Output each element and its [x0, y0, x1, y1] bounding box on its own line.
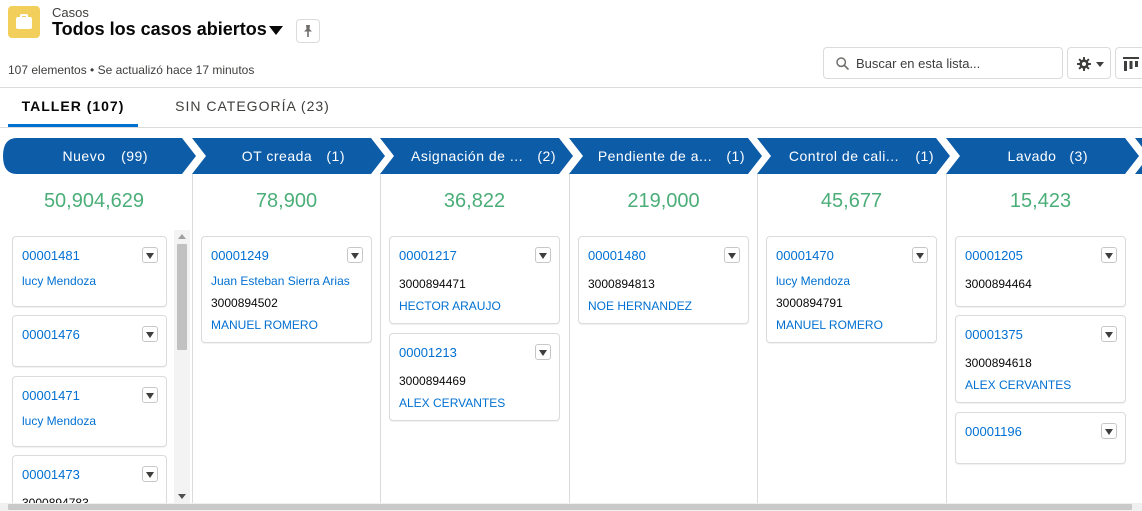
card-field-text: 3000894791: [776, 296, 843, 310]
kanban-view-icon: [1123, 57, 1139, 71]
card-field-text: 3000894469: [399, 374, 466, 388]
case-number-link[interactable]: 00001471: [22, 388, 80, 403]
card-field-link[interactable]: ALEX CERVANTES: [399, 396, 505, 410]
case-number-link[interactable]: 00001476: [22, 327, 80, 342]
kanban-board: Nuevo (99) OT creada (1) Asignación de ... (2…: [0, 128, 1142, 511]
card-menu-dropdown-icon[interactable]: [535, 247, 551, 263]
display-as-button[interactable]: [1115, 47, 1142, 79]
scrollbar-thumb[interactable]: [177, 244, 187, 350]
card-menu-dropdown-icon[interactable]: [347, 247, 363, 263]
list-settings-button[interactable]: [1067, 47, 1111, 79]
case-card[interactable]: 00001196: [955, 412, 1126, 464]
card-menu-dropdown-icon[interactable]: [142, 387, 158, 403]
card-field-link[interactable]: MANUEL ROMERO: [776, 318, 883, 332]
scroll-up-arrow-icon[interactable]: [178, 234, 186, 239]
lane-sum: 50,904,629: [43, 190, 145, 212]
lane-sum: 36,822: [443, 190, 506, 212]
case-number-link[interactable]: 00001196: [965, 424, 1022, 439]
card-field-text: 3000894618: [965, 356, 1032, 370]
case-number-link[interactable]: 00001217: [399, 248, 457, 263]
case-card[interactable]: 00001480 3000894813 NOE HERNANDEZ: [578, 236, 749, 324]
search-input[interactable]: [856, 48, 1056, 78]
lane-column-4: 45,677 00001470 lucy Mendoza 3000894791 MANU…: [757, 174, 945, 511]
case-number-link[interactable]: 00001470: [776, 248, 834, 263]
case-number-link[interactable]: 00001213: [399, 345, 457, 360]
case-number-link[interactable]: 00001249: [211, 248, 269, 263]
card-menu-dropdown-icon[interactable]: [1101, 247, 1117, 263]
gear-icon: [1077, 57, 1091, 71]
case-card[interactable]: 00001470 lucy Mendoza 3000894791 MANUEL ROM…: [766, 236, 937, 343]
case-card[interactable]: 00001476: [12, 315, 167, 367]
card-menu-dropdown-icon[interactable]: [535, 344, 551, 360]
lane-column-0: 50,904,629 00001481 lucy Mendoza 00001476 00…: [4, 174, 192, 511]
card-field-link[interactable]: HECTOR ARAUJO: [399, 299, 501, 313]
lane-sum: 78,900: [255, 190, 318, 212]
lane-sum: 15,423: [1009, 190, 1072, 212]
lane-column-2: 36,822 00001217 3000894471 HECTOR ARAUJO 000…: [380, 174, 568, 511]
list-view-header: Casos Todos los casos abiertos 107 eleme…: [0, 0, 1142, 88]
card-field-text: 3000894464: [965, 277, 1032, 291]
tab-taller[interactable]: TALLER (107): [8, 88, 138, 127]
card-field-text: 3000894813: [588, 277, 655, 291]
card-menu-dropdown-icon[interactable]: [142, 326, 158, 342]
card-menu-dropdown-icon[interactable]: [912, 247, 928, 263]
card-field-text: 3000894471: [399, 277, 466, 291]
list-meta-info: 107 elementos • Se actualizó hace 17 min…: [8, 63, 255, 77]
card-field-link[interactable]: lucy Mendoza: [776, 274, 850, 288]
pin-button[interactable]: [296, 19, 320, 43]
case-card[interactable]: 00001481 lucy Mendoza: [12, 236, 167, 307]
card-menu-dropdown-icon[interactable]: [724, 247, 740, 263]
case-card[interactable]: 00001213 3000894469 ALEX CERVANTES: [389, 333, 560, 421]
scrollbar-thumb[interactable]: [8, 504, 1132, 510]
search-icon: [836, 57, 849, 70]
lane-chevron-shape: [1135, 138, 1142, 174]
lane-column-3: 219,000 00001480 3000894813 NOE HERNANDEZ: [569, 174, 757, 511]
search-box[interactable]: [823, 47, 1063, 79]
case-card[interactable]: 00001471 lucy Mendoza: [12, 376, 167, 447]
kanban-group-tabs: TALLER (107) SIN CATEGORÍA (23): [0, 88, 1142, 128]
card-field-link[interactable]: lucy Mendoza: [22, 414, 96, 428]
lane-column-5: 15,423 00001205 3000894464 00001375 30008946…: [946, 174, 1134, 511]
card-menu-dropdown-icon[interactable]: [142, 466, 158, 482]
card-menu-dropdown-icon[interactable]: [142, 247, 158, 263]
card-field-link[interactable]: NOE HERNANDEZ: [588, 299, 692, 313]
card-field-link[interactable]: MANUEL ROMERO: [211, 318, 318, 332]
lane-column-1: 78,900 00001249 Juan Esteban Sierra Arias 3…: [192, 174, 380, 511]
case-card[interactable]: 00001217 3000894471 HECTOR ARAUJO: [389, 236, 560, 324]
case-number-link[interactable]: 00001473: [22, 467, 80, 482]
case-card[interactable]: 00001205 3000894464: [955, 236, 1126, 307]
scroll-down-arrow-icon[interactable]: [178, 494, 186, 499]
card-field-text: 3000894502: [211, 296, 278, 310]
tab-sin-categoria[interactable]: SIN CATEGORÍA (23): [160, 88, 345, 127]
object-label: Casos: [52, 5, 89, 20]
pin-icon: [304, 25, 312, 37]
lane-sum: 219,000: [627, 190, 700, 212]
lane-sum: 45,677: [820, 190, 883, 212]
case-card[interactable]: 00001249 Juan Esteban Sierra Arias 3000894…: [201, 236, 372, 343]
chevron-down-icon[interactable]: [269, 26, 283, 35]
card-field-link[interactable]: ALEX CERVANTES: [965, 378, 1071, 392]
case-number-link[interactable]: 00001480: [588, 248, 646, 263]
case-card[interactable]: 00001375 3000894618 ALEX CERVANTES: [955, 315, 1126, 403]
list-view-title[interactable]: Todos los casos abiertos: [52, 19, 267, 40]
card-field-link[interactable]: lucy Mendoza: [22, 274, 96, 288]
card-menu-dropdown-icon[interactable]: [1101, 326, 1117, 342]
chevron-down-icon: [1096, 62, 1104, 67]
case-number-link[interactable]: 00001375: [965, 327, 1023, 342]
horizontal-scrollbar[interactable]: [0, 503, 1142, 511]
card-field-link[interactable]: Juan Esteban Sierra Arias: [211, 274, 350, 288]
case-number-link[interactable]: 00001481: [22, 248, 80, 263]
lane-vertical-scrollbar[interactable]: [174, 230, 190, 503]
lane-header-next-partial[interactable]: [0, 138, 1142, 174]
card-menu-dropdown-icon[interactable]: [1101, 423, 1117, 439]
case-object-icon: [8, 6, 40, 38]
case-number-link[interactable]: 00001205: [965, 248, 1023, 263]
